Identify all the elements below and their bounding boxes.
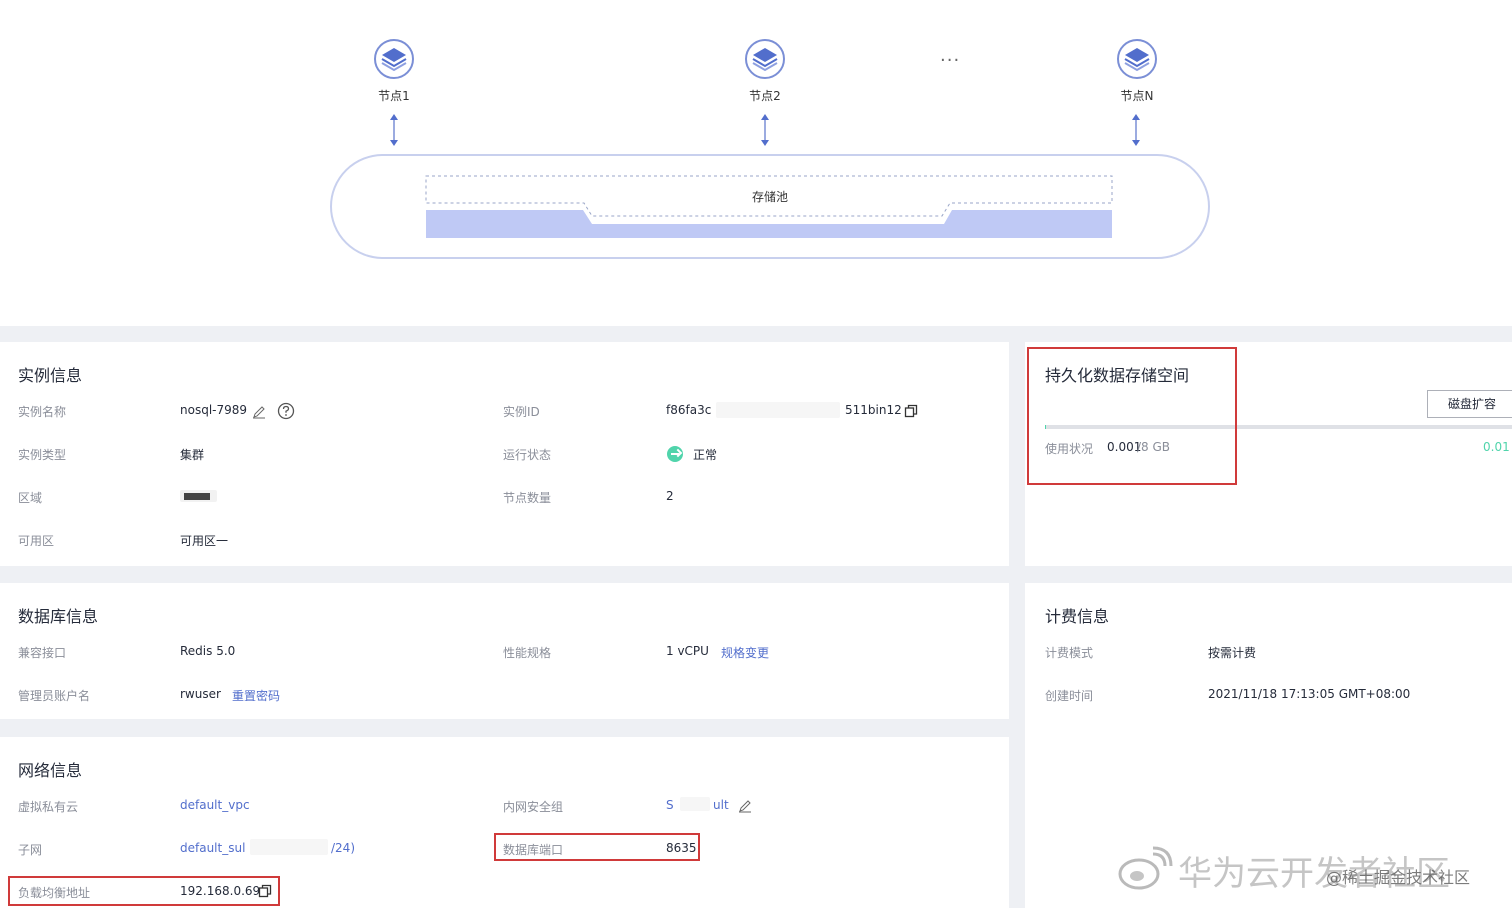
vpc-link[interactable]: default_vpc: [180, 798, 250, 812]
storage-pool-label: 存储池: [751, 190, 788, 204]
security-group-link-end[interactable]: ult: [713, 798, 729, 812]
spec-change-link[interactable]: 规格变更: [721, 644, 769, 661]
disk-expand-button[interactable]: 磁盘扩容: [1427, 390, 1512, 418]
availability-zone-value: 可用区一: [180, 534, 229, 548]
reset-password-link[interactable]: 重置密码: [232, 687, 280, 704]
watermark-subtext: @稀土掘金技术社区: [1326, 868, 1471, 887]
node-label: 节点1: [378, 89, 410, 103]
compat-interface-label: 兼容接口: [18, 646, 67, 660]
status-ok-icon: [667, 446, 683, 462]
highlight-box-port: [494, 833, 700, 861]
billing-mode-label: 计费模式: [1045, 646, 1094, 660]
network-info-title: 网络信息: [18, 761, 83, 780]
database-info-card: 数据库信息 兼容接口 Redis 5.0 性能规格 1 vCPU 规格变更 管理…: [0, 583, 1009, 719]
instance-type-label: 实例类型: [18, 448, 67, 462]
database-node-icon: [374, 39, 414, 79]
run-status-value: 正常: [693, 448, 718, 462]
instance-name-value: nosql-7989: [180, 403, 248, 417]
vpc-label: 虚拟私有云: [18, 800, 79, 814]
spec-label: 性能规格: [503, 646, 552, 660]
ellipsis: ···: [940, 50, 961, 71]
redacted-area: [250, 839, 328, 855]
bidirectional-arrow-icon: [761, 114, 769, 146]
instance-id-value-end: 511bin12: [845, 403, 902, 417]
database-node-icon: [1117, 39, 1157, 79]
subnet-link[interactable]: default_sul: [180, 841, 245, 855]
admin-account-value: rwuser: [180, 687, 221, 701]
node-count-value: 2: [666, 489, 674, 503]
node-label: 节点2: [749, 89, 781, 103]
subnet-label: 子网: [18, 843, 43, 857]
security-group-link-start[interactable]: S: [666, 798, 674, 812]
bidirectional-arrow-icon: [390, 114, 398, 146]
node-1: 节点1: [364, 38, 424, 104]
spec-value: 1 vCPU: [666, 644, 709, 658]
billing-title: 计费信息: [1045, 607, 1110, 626]
admin-account-label: 管理员账户名: [18, 689, 91, 703]
help-icon[interactable]: [277, 402, 295, 420]
redacted-area: [680, 797, 710, 811]
redacted-region: [180, 490, 217, 502]
created-time-value: 2021/11/18 17:13:05 GMT+08:00: [1208, 687, 1411, 701]
database-info-title: 数据库信息: [18, 607, 99, 626]
instance-id-label: 实例ID: [503, 405, 540, 419]
availability-zone-label: 可用区: [18, 534, 55, 548]
billing-mode-value: 按需计费: [1208, 646, 1257, 660]
run-status-label: 运行状态: [503, 448, 552, 462]
node-count-label: 节点数量: [503, 491, 552, 505]
weibo-logo-icon: [1118, 846, 1173, 890]
highlight-box-load-balancer: [8, 876, 280, 906]
copy-icon[interactable]: [904, 404, 918, 418]
database-node-icon: [745, 39, 785, 79]
bidirectional-arrow-icon: [1132, 114, 1140, 146]
created-time-label: 创建时间: [1045, 689, 1094, 703]
node-label: 节点N: [1120, 89, 1154, 103]
compat-interface-value: Redis 5.0: [180, 644, 236, 658]
instance-name-label: 实例名称: [18, 405, 67, 419]
security-group-label: 内网安全组: [503, 800, 564, 814]
edit-icon[interactable]: [252, 405, 266, 419]
node-n: 节点N: [1107, 38, 1167, 104]
redaction-mark: [184, 493, 210, 500]
architecture-diagram: 节点1 节点2 ··· 节点N 存储池: [0, 0, 1512, 326]
subnet-value-end: /24): [331, 841, 355, 855]
highlight-box-storage: [1027, 347, 1237, 485]
instance-type-value: 集群: [180, 448, 205, 462]
instance-id-value-start: f86fa3c: [666, 403, 712, 417]
redacted-area: [716, 402, 840, 418]
instance-info-title: 实例信息: [18, 366, 83, 385]
edit-icon[interactable]: [738, 799, 752, 813]
region-label: 区域: [18, 491, 43, 505]
node-2: 节点2: [735, 38, 795, 104]
usage-percent: 0.01: [1483, 440, 1510, 454]
instance-info-card: 实例信息 实例名称 nosql-7989 实例ID f86fa3c 511bin…: [0, 342, 1009, 566]
